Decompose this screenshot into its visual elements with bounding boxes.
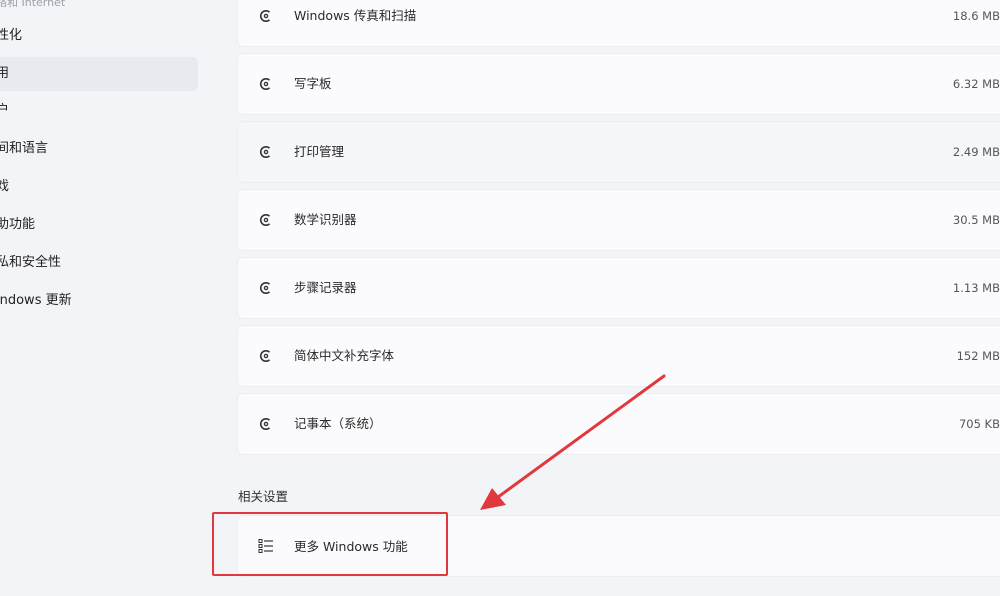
annotation-arrow [480, 374, 666, 510]
